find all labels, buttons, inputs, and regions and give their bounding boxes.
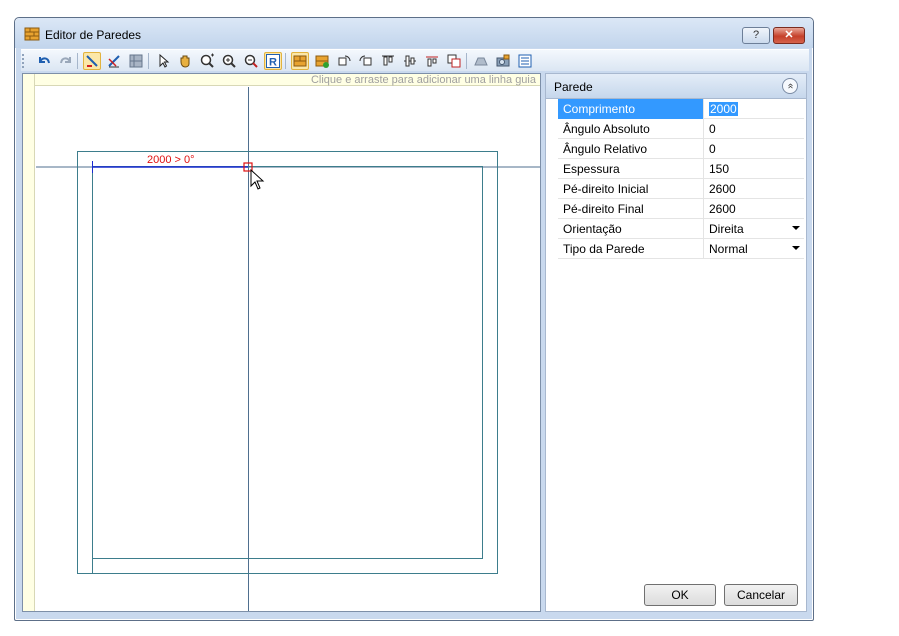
align-bottom-icon[interactable]: [423, 52, 441, 70]
drawing-layer: [36, 87, 540, 611]
wall-outer-outline: [77, 151, 498, 574]
dimension-label: 2000 > 0°: [147, 154, 195, 166]
rotate-left-icon[interactable]: [335, 52, 353, 70]
drawing-canvas[interactable]: Clique e arraste para adicionar uma linh…: [22, 73, 541, 612]
svg-text:R: R: [269, 57, 277, 69]
regenerate-icon[interactable]: R: [264, 52, 282, 70]
property-row-angulo-absoluto[interactable]: Ângulo Absoluto 0: [558, 119, 804, 139]
toolbar-separator: [466, 53, 467, 69]
property-row-orientacao[interactable]: Orientação Direita: [558, 219, 804, 239]
properties-panel: Parede « Comprimento 2000 Ângulo Absolut…: [545, 73, 807, 612]
property-name: Ângulo Absoluto: [558, 119, 704, 139]
properties-header: Parede «: [546, 74, 806, 99]
properties-icon[interactable]: [516, 52, 534, 70]
pan-hand-icon[interactable]: [176, 52, 194, 70]
shape-icon[interactable]: [472, 52, 490, 70]
wall-type-select[interactable]: Normal: [705, 239, 804, 259]
rotate-right-icon[interactable]: [357, 52, 375, 70]
mouse-cursor-icon: [250, 168, 265, 190]
property-value-text: Direita: [709, 222, 744, 236]
property-value-input[interactable]: 2600: [705, 179, 804, 199]
dropdown-arrow-icon[interactable]: [792, 226, 800, 230]
property-row-espessura[interactable]: Espessura 150: [558, 159, 804, 179]
align-middle-icon[interactable]: [401, 52, 419, 70]
wall-brick-icon[interactable]: [291, 52, 309, 70]
zoom-out-icon[interactable]: [242, 52, 260, 70]
zoom-in-icon[interactable]: [220, 52, 238, 70]
property-name: Pé-direito Final: [558, 199, 704, 219]
toolbar-separator: [148, 53, 149, 69]
property-row-angulo-relativo[interactable]: Ângulo Relativo 0: [558, 139, 804, 159]
wall-brick-add-icon[interactable]: [313, 52, 331, 70]
wall-editor-icon: [24, 27, 40, 41]
zoom-window-icon[interactable]: [198, 52, 216, 70]
dropdown-arrow-icon[interactable]: [792, 246, 800, 250]
ok-button[interactable]: OK: [644, 584, 716, 606]
property-value-text: 2000: [709, 102, 738, 116]
toolbar: R: [21, 49, 809, 71]
grid-icon[interactable]: [127, 52, 145, 70]
property-value-input[interactable]: 2000: [705, 99, 804, 119]
edit-wall-icon[interactable]: [105, 52, 123, 70]
close-button[interactable]: ✕: [773, 27, 805, 44]
property-value-input[interactable]: 2600: [705, 199, 804, 219]
draw-wall-icon[interactable]: [83, 52, 101, 70]
property-name: Pé-direito Inicial: [558, 179, 704, 199]
property-name: Orientação: [558, 219, 704, 239]
undo-icon[interactable]: [35, 52, 53, 70]
align-top-icon[interactable]: [379, 52, 397, 70]
property-value-text: Normal: [709, 242, 748, 256]
camera-icon[interactable]: [494, 52, 512, 70]
select-arrow-icon[interactable]: [154, 52, 172, 70]
property-name: Tipo da Parede: [558, 239, 704, 259]
property-name: Espessura: [558, 159, 704, 179]
property-name: Comprimento: [558, 99, 704, 119]
toolbar-separator: [285, 53, 286, 69]
property-name: Ângulo Relativo: [558, 139, 704, 159]
copy-icon[interactable]: [445, 52, 463, 70]
editor-window: Editor de Paredes ? ✕ R Clique e arraste…: [14, 17, 814, 621]
property-row-comprimento[interactable]: Comprimento 2000: [558, 99, 804, 119]
property-grid: Comprimento 2000 Ângulo Absoluto 0 Ângul…: [558, 99, 804, 259]
cancel-button[interactable]: Cancelar: [724, 584, 798, 606]
properties-title: Parede: [554, 80, 593, 94]
property-row-pe-direito-final[interactable]: Pé-direito Final 2600: [558, 199, 804, 219]
help-button[interactable]: ?: [742, 27, 770, 44]
property-value-input[interactable]: 0: [705, 119, 804, 139]
property-row-tipo-da-parede[interactable]: Tipo da Parede Normal: [558, 239, 804, 259]
title-bar[interactable]: Editor de Paredes ? ✕: [15, 18, 813, 48]
property-value-input[interactable]: 0: [705, 139, 804, 159]
property-value-input[interactable]: 150: [705, 159, 804, 179]
property-row-pe-direito-inicial[interactable]: Pé-direito Inicial 2600: [558, 179, 804, 199]
window-title: Editor de Paredes: [45, 28, 142, 42]
wall-inner-outline: [92, 166, 483, 559]
toolbar-grip[interactable]: [22, 54, 25, 68]
orientation-select[interactable]: Direita: [705, 219, 804, 239]
collapse-icon[interactable]: «: [782, 78, 798, 94]
toolbar-separator: [77, 53, 78, 69]
redo-icon[interactable]: [57, 52, 75, 70]
